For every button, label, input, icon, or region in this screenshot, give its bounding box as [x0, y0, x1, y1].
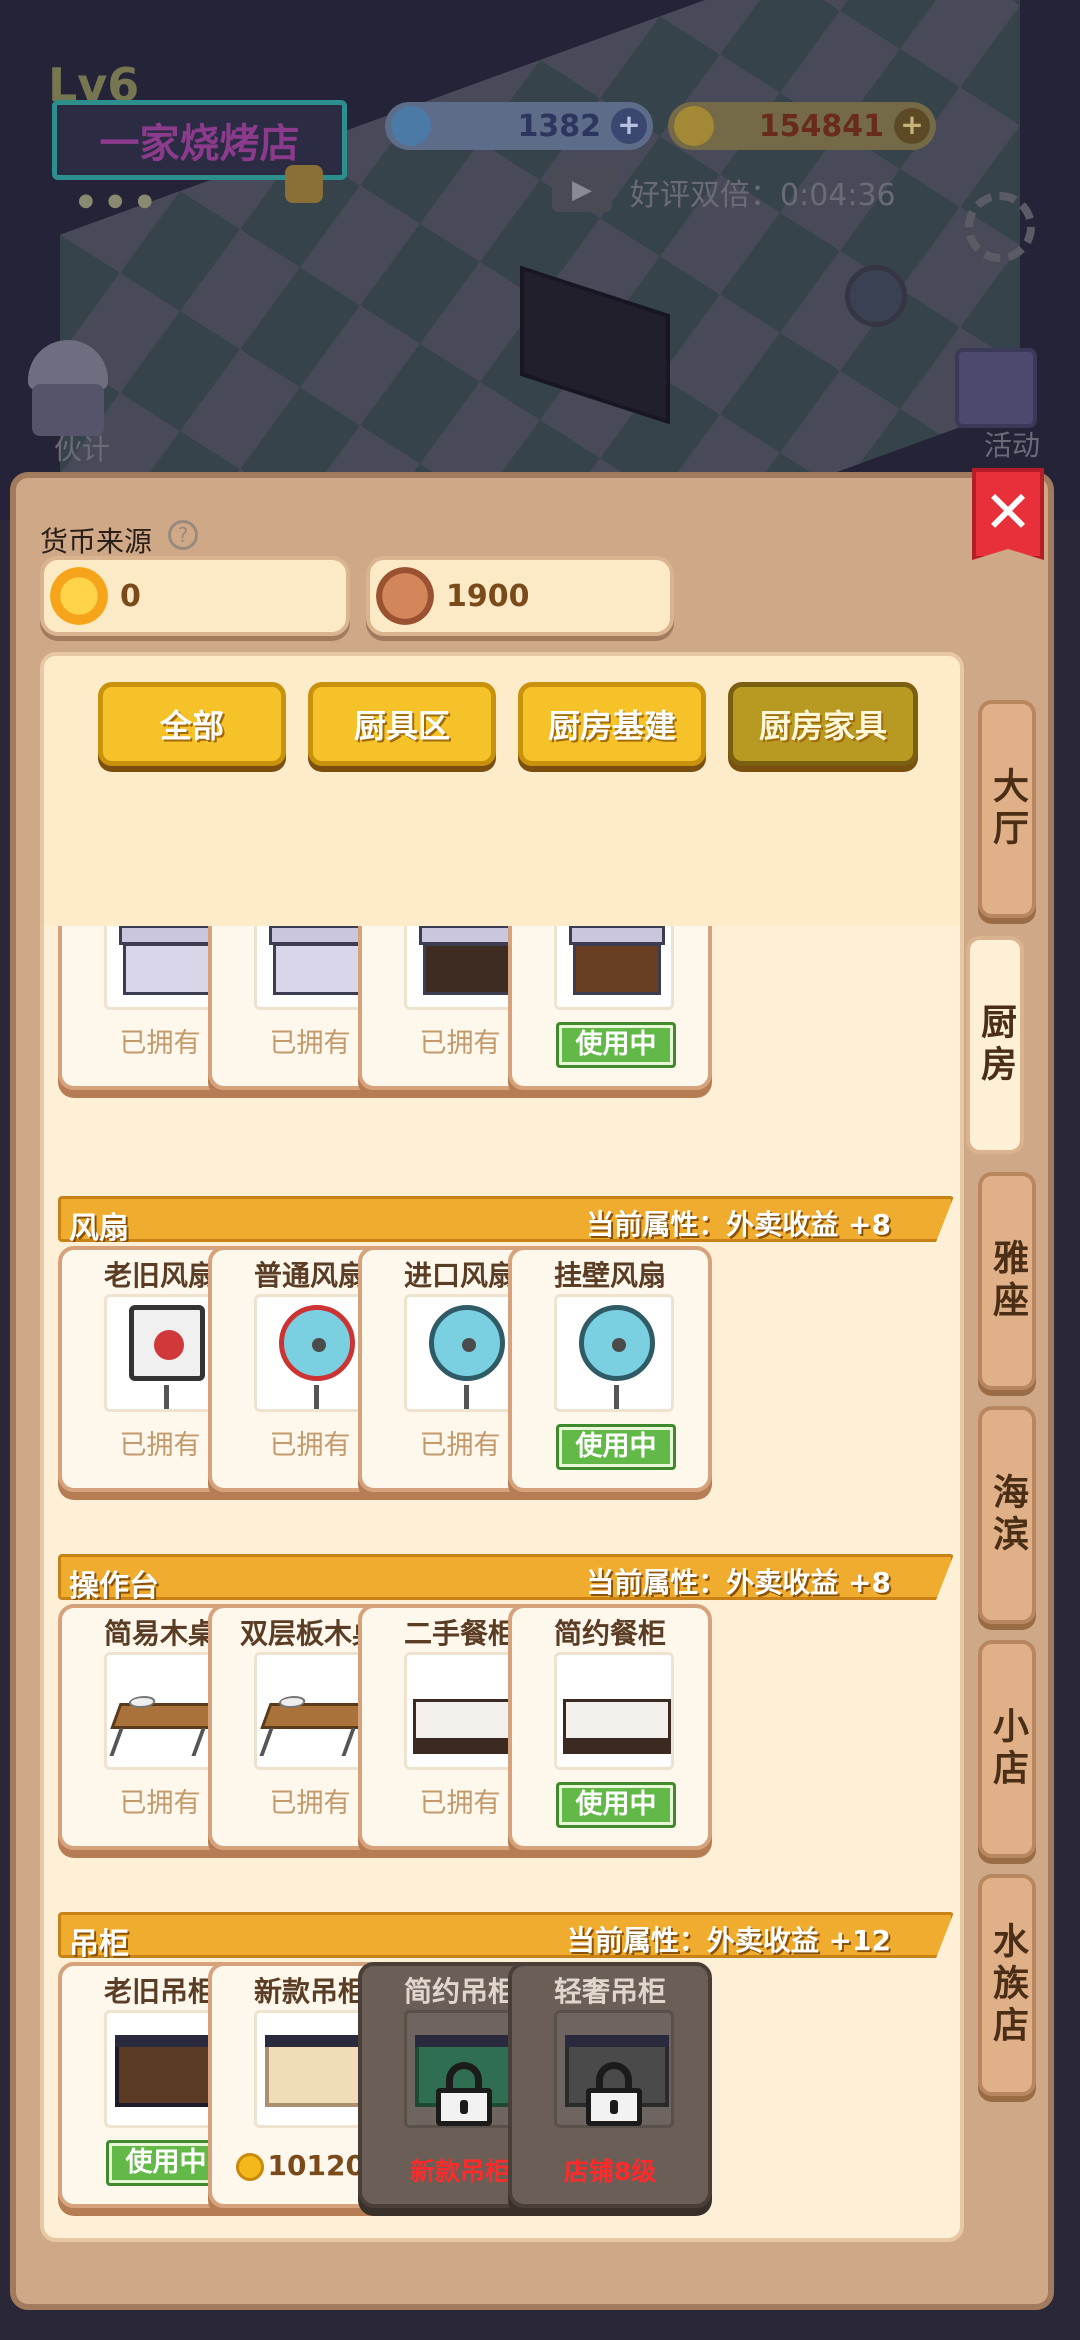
- close-icon: ✕: [983, 478, 1033, 546]
- item-name: 简约餐柜: [553, 1617, 666, 1650]
- item-card[interactable]: 轻奢吊柜店铺8级: [508, 1962, 712, 2208]
- section-attribute: 当前属性：外卖收益 +8: [586, 1208, 891, 1241]
- in-use-button[interactable]: 使用中: [556, 1022, 676, 1068]
- copper-currency-pill: 1900: [366, 556, 674, 636]
- item-card[interactable]: 简约餐柜 使用中: [508, 1604, 712, 1850]
- help-icon[interactable]: ?: [168, 520, 198, 550]
- event-label: 活动: [984, 429, 1041, 462]
- in-use-button[interactable]: 使用中: [556, 1782, 676, 1828]
- counter-art: [563, 1699, 671, 1754]
- table-art: [259, 1696, 371, 1756]
- add-coins-button[interactable]: +: [894, 108, 930, 144]
- coin-counter: 154841 +: [668, 102, 936, 150]
- calendar-icon[interactable]: [955, 348, 1037, 428]
- coin-icon: [674, 106, 714, 146]
- side-tab-private-seats[interactable]: 雅座: [978, 1172, 1036, 1390]
- section-attribute: 当前属性：外卖收益 +8: [586, 1566, 891, 1599]
- gem-counter: 1382 +: [385, 102, 653, 150]
- close-button[interactable]: ✕: [972, 468, 1044, 560]
- lock-icon: [582, 2062, 646, 2126]
- section-header: 吊柜 当前属性：外卖收益 +12: [58, 1912, 954, 1958]
- sun-currency-pill: 0: [40, 556, 350, 636]
- fan-art: [579, 1305, 655, 1381]
- sun-currency-value: 0: [120, 578, 141, 614]
- item-image: [104, 1294, 224, 1412]
- coin-icon: [235, 2153, 264, 2181]
- item-name: 挂壁风扇: [553, 1259, 666, 1292]
- add-gems-button[interactable]: +: [611, 108, 647, 144]
- game-screen: Lv6 一家烧烤店 ● ● ● 1382 + 154841 + ▶ 好评双倍：0…: [0, 0, 1080, 2340]
- fan-art: [129, 1305, 205, 1381]
- item-image: [104, 1652, 224, 1770]
- tab-kitchen-furniture[interactable]: 厨房家具: [728, 682, 918, 766]
- side-tab-lobby[interactable]: 大厅: [978, 700, 1036, 918]
- diamond-icon: [391, 106, 431, 146]
- counter-art: [413, 1699, 521, 1754]
- section-header: 风扇 当前属性：外卖收益 +8: [58, 1196, 954, 1242]
- item-image: [404, 1652, 524, 1770]
- section-header: 操作台 当前属性：外卖收益 +8: [58, 1554, 954, 1600]
- item-image: [254, 1652, 374, 1770]
- thumbs-up-icon: [285, 165, 323, 203]
- fan-art: [279, 1305, 355, 1381]
- rating-dots: ● ● ●: [78, 190, 157, 211]
- currency-source-label: 货币来源: [40, 525, 153, 558]
- coin-value: 154841: [758, 108, 884, 144]
- hanging-cabinet-art: [115, 2035, 219, 2107]
- gem-value: 1382: [517, 108, 602, 144]
- shop-scene: Lv6 一家烧烤店 ● ● ● 1382 + 154841 + ▶ 好评双倍：0…: [0, 0, 1080, 520]
- section-name: 风扇: [69, 1211, 129, 1246]
- staff-label: 伙计: [54, 433, 111, 466]
- category-tab-bar: 全部 厨具区 厨房基建 厨房家具: [44, 656, 960, 926]
- side-tab-small-shop[interactable]: 小店: [978, 1640, 1036, 1858]
- side-tab-kitchen[interactable]: 厨房: [966, 936, 1024, 1154]
- unlock-requirement: 店铺8级: [563, 2157, 657, 2186]
- item-image: [554, 1652, 674, 1770]
- section-name: 操作台: [69, 1569, 159, 1604]
- tab-kitchen-infrastructure[interactable]: 厨房基建: [518, 682, 706, 766]
- side-tab-seaside[interactable]: 海滨: [978, 1406, 1036, 1624]
- sun-coin-icon: [50, 567, 108, 625]
- item-image: [404, 1294, 524, 1412]
- item-list-area[interactable]: 老旧水槽已拥有标准水槽已拥有中级水槽已拥有高级水槽使用中风扇当前属性：外卖收益 …: [40, 652, 964, 2242]
- item-image: [254, 1294, 374, 1412]
- item-card[interactable]: 挂壁风扇 使用中: [508, 1246, 712, 1492]
- item-image: [104, 2010, 224, 2128]
- dim-overlay: [0, 0, 1080, 520]
- item-image: [554, 1294, 674, 1412]
- tab-cookware-area[interactable]: 厨具区: [308, 682, 496, 766]
- copper-coin-icon: [376, 567, 434, 625]
- table-art: [109, 1696, 221, 1756]
- section-attribute: 当前属性：外卖收益 +12: [566, 1924, 891, 1957]
- in-use-button[interactable]: 使用中: [556, 1424, 676, 1470]
- side-tab-aquarium-shop[interactable]: 水族店: [978, 1874, 1036, 2096]
- lock-icon: [432, 2062, 496, 2126]
- video-play-icon[interactable]: ▶: [552, 168, 612, 212]
- item-image: [254, 2010, 374, 2128]
- good-review-timer: 好评双倍：0:04:36: [630, 178, 896, 213]
- section-name: 吊柜: [69, 1927, 129, 1962]
- hanging-cabinet-art: [265, 2035, 369, 2107]
- tab-all[interactable]: 全部: [98, 682, 286, 766]
- copper-currency-value: 1900: [446, 578, 530, 614]
- gear-icon[interactable]: [965, 192, 1035, 262]
- item-name: 轻奢吊柜: [553, 1975, 666, 2008]
- fan-art: [429, 1305, 505, 1381]
- chef-icon[interactable]: [18, 340, 118, 440]
